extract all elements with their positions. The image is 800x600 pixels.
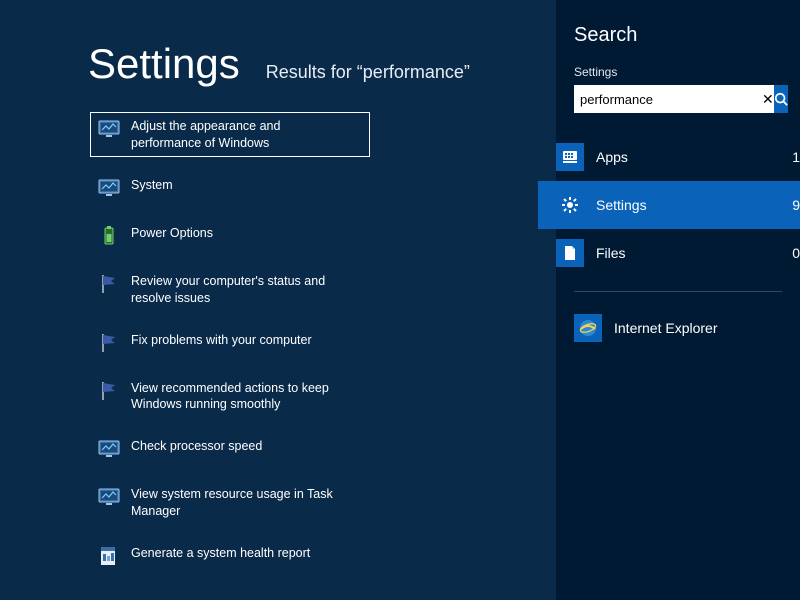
app-shortcut[interactable]: Internet Explorer: [556, 306, 800, 350]
monitor-perf-icon: [97, 437, 121, 461]
search-input[interactable]: [574, 85, 762, 113]
result-item[interactable]: Power Options: [90, 219, 370, 253]
search-button[interactable]: [774, 85, 788, 113]
report-icon: [97, 544, 121, 568]
close-icon: ✕: [762, 91, 774, 108]
scope-count: 1: [792, 149, 800, 165]
divider: [574, 291, 782, 292]
page-title: Settings: [88, 40, 240, 88]
result-item[interactable]: Check processor speed: [90, 432, 370, 466]
scope-label: Apps: [596, 149, 780, 165]
result-label: Generate a system health report: [131, 544, 310, 562]
result-label: View recommended actions to keep Windows…: [131, 379, 351, 414]
search-row: ✕: [574, 85, 782, 113]
scope-label: Settings: [596, 197, 780, 213]
monitor-perf-icon: [97, 485, 121, 509]
clear-search-button[interactable]: ✕: [762, 85, 774, 113]
scope-label: Files: [596, 245, 780, 261]
header: Settings Results for “performance”: [88, 40, 526, 88]
result-label: View system resource usage in Task Manag…: [131, 485, 351, 520]
result-label: System: [131, 176, 173, 194]
monitor-system-icon: [97, 176, 121, 200]
scope-settings[interactable]: Settings 9: [538, 181, 800, 229]
result-label: Fix problems with your computer: [131, 331, 312, 349]
app-shortcuts: Internet Explorer: [556, 306, 800, 350]
result-label: Power Options: [131, 224, 213, 242]
results-subtitle: Results for “performance”: [266, 62, 470, 83]
scope-count: 9: [792, 197, 800, 213]
result-item[interactable]: System: [90, 171, 370, 205]
files-icon: [556, 239, 584, 267]
results-pane: Settings Results for “performance” Adjus…: [0, 0, 556, 600]
apps-icon: [556, 143, 584, 171]
scope-apps[interactable]: Apps 1: [538, 133, 800, 181]
search-icon: [774, 92, 788, 106]
search-sidebar: Search Settings ✕ Apps 1 Settings 9 Files 0 I…: [556, 0, 800, 600]
result-item[interactable]: Review your computer's status and resolv…: [90, 267, 370, 312]
result-item[interactable]: Adjust the appearance and performance of…: [90, 112, 370, 157]
flag-icon: [97, 331, 121, 355]
result-item[interactable]: View recommended actions to keep Windows…: [90, 374, 370, 419]
app-label: Internet Explorer: [614, 320, 718, 336]
search-context-label: Settings: [574, 65, 782, 79]
result-item[interactable]: View system resource usage in Task Manag…: [90, 480, 370, 525]
result-item[interactable]: Generate a system health report: [90, 539, 370, 573]
scope-count: 0: [792, 245, 800, 261]
result-item[interactable]: Fix problems with your computer: [90, 326, 370, 360]
battery-icon: [97, 224, 121, 248]
monitor-perf-icon: [97, 117, 121, 141]
flag-icon: [97, 272, 121, 296]
search-title: Search: [574, 24, 782, 47]
result-label: Check processor speed: [131, 437, 262, 455]
settings-icon: [556, 191, 584, 219]
result-label: Review your computer's status and resolv…: [131, 272, 351, 307]
search-scopes: Apps 1 Settings 9 Files 0: [538, 133, 800, 277]
scope-files[interactable]: Files 0: [538, 229, 800, 277]
ie-icon: [574, 314, 602, 342]
result-label: Adjust the appearance and performance of…: [131, 117, 351, 152]
results-list: Adjust the appearance and performance of…: [90, 112, 526, 573]
flag-icon: [97, 379, 121, 403]
